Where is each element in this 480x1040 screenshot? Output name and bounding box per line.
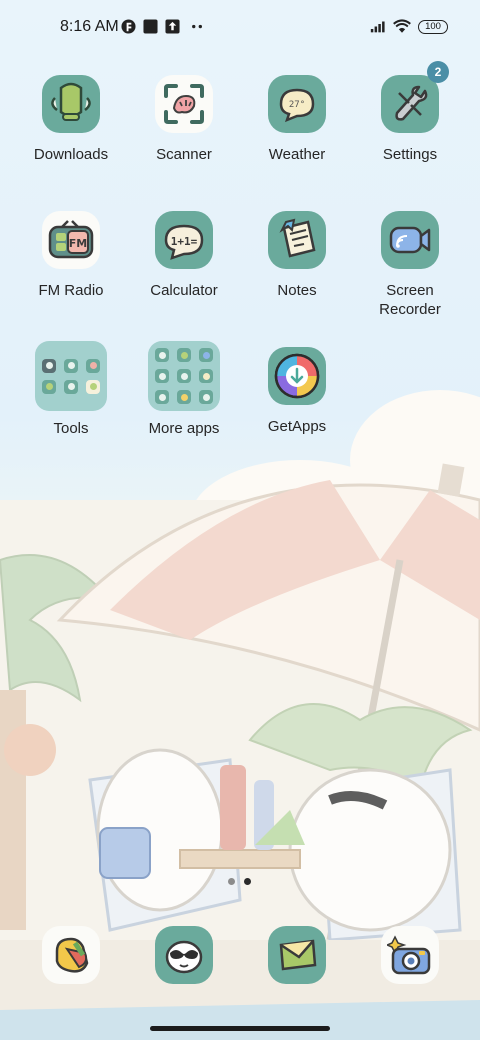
folder-icon	[148, 341, 220, 411]
messaging-dock-icon[interactable]	[155, 926, 213, 984]
calculator-icon-text: 1+1=	[171, 235, 198, 248]
circle-f-icon	[121, 19, 136, 34]
notification-badge: 2	[427, 61, 449, 83]
mini-app-icon	[177, 390, 191, 404]
fm-radio-icon-text: FM	[69, 237, 87, 250]
app-screen-recorder[interactable]: Screen Recorder	[354, 211, 466, 319]
mini-app-icon	[199, 348, 213, 362]
folder-more-apps[interactable]: More apps	[128, 341, 240, 438]
mini-app-icon	[155, 348, 169, 362]
app-label: GetApps	[267, 418, 327, 435]
calculator-icon: 1+1=	[155, 211, 213, 269]
fm-radio-icon: FM	[42, 211, 100, 269]
app-downloads[interactable]: Downloads	[15, 75, 127, 164]
mini-app-icon	[42, 358, 56, 373]
camera-dock-icon[interactable]	[381, 926, 439, 984]
battery-icon: 100	[418, 20, 448, 34]
app-label: Calculator	[150, 282, 218, 299]
mini-app-icon	[155, 390, 169, 404]
mini-app-icon	[86, 379, 100, 394]
app-label-line2: Recorder	[379, 301, 441, 318]
page-dot[interactable]	[228, 878, 235, 885]
folder-icon	[35, 341, 107, 411]
app-label: More apps	[148, 420, 220, 437]
app-label: Downloads	[33, 146, 109, 163]
mini-app-icon	[177, 369, 191, 383]
page-dot-active[interactable]	[244, 878, 251, 885]
app-calculator[interactable]: 1+1= Calculator	[128, 211, 240, 300]
browser-dock-icon[interactable]	[268, 926, 326, 984]
app-label: FM Radio	[38, 282, 104, 299]
settings-icon: 2	[381, 61, 449, 133]
folder-tools[interactable]: Tools	[15, 341, 127, 438]
mini-app-icon	[155, 369, 169, 383]
app-label: Weather	[268, 146, 326, 163]
wifi-icon	[393, 19, 411, 33]
mini-app-icon	[86, 358, 100, 373]
app-getapps[interactable]: GetApps	[241, 347, 353, 436]
signal-icon	[370, 21, 385, 33]
mini-app-icon	[42, 379, 56, 394]
mini-app-icon	[199, 369, 213, 383]
scanner-icon	[155, 75, 213, 133]
more-dots-icon	[192, 24, 202, 29]
app-label: Screen Recorder	[354, 281, 466, 319]
mini-app-icon	[64, 379, 78, 394]
app-settings[interactable]: 2 Settings	[354, 61, 466, 164]
status-bar: 8:16 AM 100	[0, 0, 480, 56]
app-notes[interactable]: Notes	[241, 211, 353, 300]
square-icon	[143, 19, 158, 34]
upload-icon	[165, 19, 180, 34]
app-label: Tools	[53, 420, 89, 437]
weather-icon-text: 27°	[289, 100, 305, 110]
mini-app-icon	[177, 348, 191, 362]
app-label-line1: Screen	[386, 282, 434, 299]
screen-recorder-icon	[381, 211, 439, 269]
app-weather[interactable]: 27° Weather	[241, 75, 353, 164]
getapps-icon	[268, 347, 326, 405]
app-scanner[interactable]: Scanner	[128, 75, 240, 164]
gesture-nav-handle[interactable]	[150, 1026, 330, 1031]
mini-app-icon	[199, 390, 213, 404]
notes-icon	[268, 211, 326, 269]
app-label: Notes	[277, 282, 317, 299]
weather-icon: 27°	[268, 75, 326, 133]
app-fm-radio[interactable]: FM FM Radio	[15, 211, 127, 300]
app-label: Scanner	[156, 146, 212, 163]
downloads-icon	[42, 75, 100, 133]
mini-app-icon	[64, 358, 78, 373]
app-label: Settings	[382, 146, 438, 163]
clock: 8:16 AM	[60, 18, 119, 35]
phone-dock-icon[interactable]	[42, 926, 100, 984]
